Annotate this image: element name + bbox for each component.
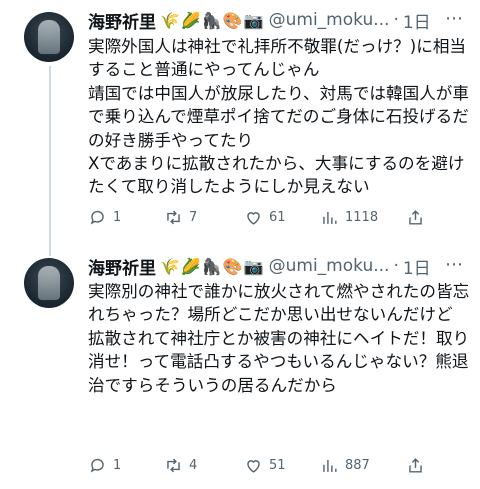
- user-handle[interactable]: @umi_moku...: [269, 256, 390, 276]
- like-button[interactable]: 51: [244, 456, 320, 475]
- name-emojis: 🌾🌽🦍🎨📷: [160, 10, 265, 30]
- repost-icon: [167, 458, 180, 472]
- separator-dot: ·: [393, 256, 399, 276]
- more-options-icon[interactable]: ⋯: [442, 254, 466, 275]
- like-button[interactable]: 61: [244, 208, 320, 227]
- separator-dot: ·: [393, 10, 399, 30]
- tweet-text: 実際別の神社で誰かに放火されて燃やされたの皆忘れちゃった？場所どこだか思い出せな…: [88, 282, 470, 395]
- heart-icon: [247, 211, 260, 225]
- avatar[interactable]: [24, 258, 74, 308]
- heart-icon: [247, 459, 260, 473]
- repost-count: 4: [189, 457, 198, 473]
- reply-count: 1: [113, 457, 122, 473]
- views-chart-icon: [323, 459, 337, 472]
- share-icon: [409, 209, 422, 225]
- reply-icon: [90, 210, 104, 224]
- display-name[interactable]: 海野祈里: [88, 8, 156, 33]
- avatar[interactable]: [24, 12, 74, 62]
- user-handle[interactable]: @umi_moku...: [269, 10, 390, 30]
- share-button[interactable]: [406, 208, 425, 227]
- reply-button[interactable]: 1: [88, 208, 164, 227]
- views-button[interactable]: 1118: [320, 208, 406, 227]
- repost-count: 7: [189, 209, 198, 225]
- action-bar: 1 7 61 1118: [88, 205, 468, 229]
- repost-button[interactable]: 7: [164, 208, 244, 227]
- tweet-header: 海野祈里 🌾🌽🦍🎨📷 @umi_moku... · 1日: [88, 7, 431, 33]
- name-emojis: 🌾🌽🦍🎨📷: [160, 256, 265, 276]
- share-icon: [409, 457, 422, 473]
- share-button[interactable]: [406, 456, 425, 475]
- like-count: 61: [269, 209, 286, 225]
- tweet-header: 海野祈里 🌾🌽🦍🎨📷 @umi_moku... · 1日: [88, 253, 431, 279]
- view-count: 887: [345, 457, 370, 473]
- more-options-icon[interactable]: ⋯: [442, 8, 466, 29]
- reply-button[interactable]: 1: [88, 456, 164, 475]
- repost-icon: [167, 210, 180, 224]
- timestamp[interactable]: 1日: [403, 254, 431, 279]
- repost-button[interactable]: 4: [164, 456, 244, 475]
- views-chart-icon: [323, 211, 337, 224]
- reply-icon: [90, 458, 104, 472]
- reply-count: 1: [113, 209, 122, 225]
- display-name[interactable]: 海野祈里: [88, 254, 156, 279]
- timestamp[interactable]: 1日: [403, 8, 431, 33]
- view-count: 1118: [345, 209, 379, 225]
- action-bar: 1 4 51 887: [88, 453, 468, 477]
- thread-connector-line: [49, 66, 51, 256]
- tweet-text: 実際外国人は神社で礼拝所不敬罪(だっけ？)に相当すること普通にやってんじゃん 靖…: [88, 37, 469, 197]
- like-count: 51: [269, 457, 286, 473]
- views-button[interactable]: 887: [320, 456, 406, 475]
